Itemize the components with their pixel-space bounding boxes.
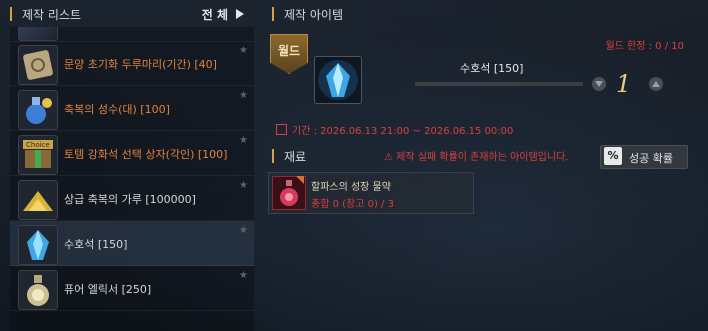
list-item-label: 토템 강화석 선택 상자(각인) [100] <box>64 148 228 161</box>
chevron-down-icon <box>595 81 603 87</box>
filter-all-button[interactable]: 전 체 <box>202 6 228 23</box>
period-text: 기간 : 2026.06.13 21:00 ~ 2026.06.15 00:00 <box>292 126 514 137</box>
elixir-icon <box>18 270 58 310</box>
list-item-selected[interactable]: 수호석 [150] ★ <box>10 221 254 266</box>
quantity-slider[interactable] <box>415 82 583 86</box>
list-item-label: 상급 축복의 가루 [100000] <box>64 193 196 206</box>
blue-crystal-icon <box>18 225 58 265</box>
svg-text:Choice: Choice <box>26 141 50 149</box>
list-item-label: 퓨어 엘릭서 [250] <box>64 283 152 296</box>
warning-text: 제작 실패 확률이 존재하는 아이템입니다. <box>396 152 569 163</box>
item-thumbnail <box>18 27 58 41</box>
decrease-button[interactable] <box>592 77 606 91</box>
world-badge-label: 월드 <box>277 44 301 58</box>
material-count: 총합 0 (창고 0) / 3 <box>311 199 394 210</box>
list-item-label: 수호석 [150] <box>64 238 128 251</box>
favorite-star-icon[interactable]: ★ <box>239 135 248 146</box>
header-accent-bar <box>10 7 12 21</box>
success-rate-button[interactable]: % 성공 확률 <box>600 145 688 169</box>
period-row: 기간 : 2026.06.13 21:00 ~ 2026.06.15 00:00 <box>276 122 513 137</box>
holy-water-icon <box>18 90 58 130</box>
craft-list-title: 제작 리스트 <box>22 8 82 22</box>
list-item[interactable]: 문양 초기화 두루마리(기간) [40] ★ <box>10 41 254 86</box>
header-accent-bar <box>272 7 274 21</box>
material-item[interactable]: 할파스의 성장 물약 총합 0 (창고 0) / 3 <box>268 172 474 214</box>
choice-box-icon: Choice <box>18 135 58 175</box>
world-limit-text: 월드 한정 : 0 / 10 <box>605 41 684 52</box>
warning-icon: ⚠ <box>384 152 397 163</box>
list-item-label: 축복의 성수(대) [100] <box>64 103 170 116</box>
gold-powder-icon <box>18 180 58 220</box>
list-item[interactable] <box>10 27 254 42</box>
craft-item-section: 월드 월드 한정 : 0 / 10 수호석 [150] 1 기간 : 2026.… <box>270 30 700 142</box>
warning-row: ⚠ 제작 실패 확률이 존재하는 아이템입니다. <box>384 148 568 163</box>
list-item[interactable]: Choice 토템 강화석 선택 상자(각인) [100] ★ <box>10 131 254 176</box>
craft-item-title: 제작 아이템 <box>284 8 344 22</box>
materials-title: 재료 <box>284 150 307 164</box>
blue-crystal-icon <box>314 56 362 104</box>
favorite-star-icon[interactable]: ★ <box>239 270 248 281</box>
filter-arrow-icon[interactable] <box>236 9 244 19</box>
quantity-value[interactable]: 1 <box>616 70 631 98</box>
favorite-star-icon[interactable]: ★ <box>239 180 248 191</box>
list-item[interactable]: 상급 축복의 가루 [100000] ★ <box>10 176 254 221</box>
scroll-icon <box>18 45 58 85</box>
materials-header: 재료 ⚠ 제작 실패 확률이 존재하는 아이템입니다. % 성공 확률 <box>272 145 702 169</box>
craft-list-panel: 제작 리스트 전 체 문양 초기화 두루마리(기간) [40] ★ 축복의 성수… <box>0 0 258 331</box>
list-item[interactable]: 퓨어 엘릭서 [250] ★ <box>10 266 254 311</box>
header-accent-bar <box>272 149 274 163</box>
craft-list-header: 제작 리스트 전 체 <box>10 3 254 25</box>
increase-button[interactable] <box>649 77 663 91</box>
list-item[interactable]: 축복의 성수(대) [100] ★ <box>10 86 254 131</box>
potion-icon <box>272 176 306 210</box>
list-item-label: 문양 초기화 두루마리(기간) [40] <box>64 58 217 71</box>
favorite-star-icon[interactable]: ★ <box>239 45 248 56</box>
craft-item-header: 제작 아이템 <box>272 3 702 25</box>
percent-icon: % <box>604 147 622 165</box>
favorite-star-icon[interactable]: ★ <box>239 225 248 236</box>
world-badge: 월드 <box>270 34 308 74</box>
success-rate-label: 성공 확률 <box>629 152 673 165</box>
chevron-up-icon <box>652 81 660 87</box>
material-name: 할파스의 성장 물약 <box>311 182 391 193</box>
favorite-star-icon[interactable]: ★ <box>239 90 248 101</box>
craft-list[interactable]: 문양 초기화 두루마리(기간) [40] ★ 축복의 성수(대) [100] ★… <box>10 27 254 331</box>
calendar-icon <box>276 124 287 135</box>
craft-item-name: 수호석 [150] <box>460 62 524 75</box>
